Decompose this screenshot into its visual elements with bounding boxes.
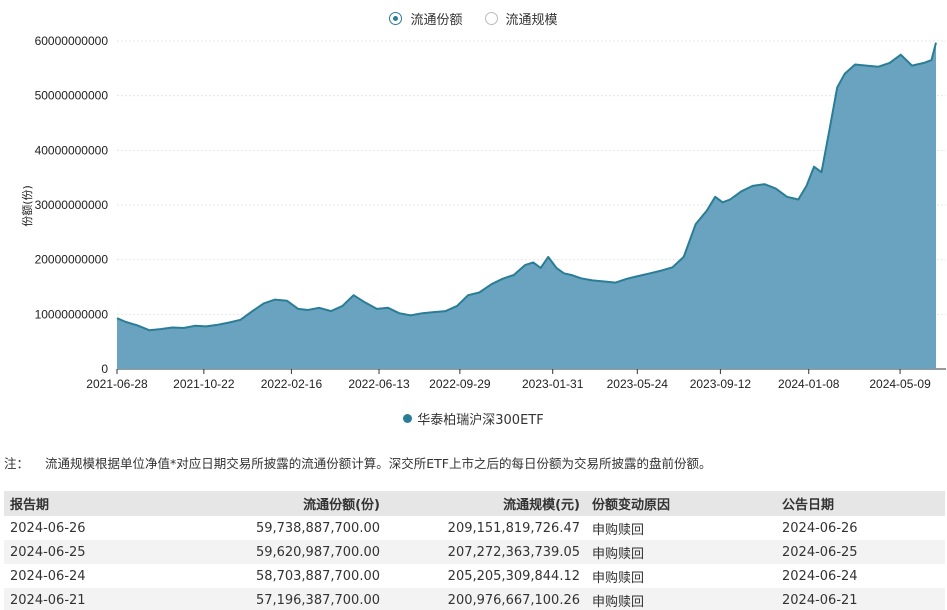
y-tick-label: 20000000000 xyxy=(35,253,109,267)
cell-period: 2024-06-25 xyxy=(10,544,86,560)
col-header-period[interactable]: 报告期 xyxy=(4,491,114,516)
footnote: 注： 流通规模根据单位净值*对应日期交易所披露的流通份额计算。深交所ETF上市之… xyxy=(4,453,711,472)
table-row: 2024-06-24 58,703,887,700.00 205,205,309… xyxy=(4,564,945,588)
cell-shares: 59,620,987,700.00 xyxy=(255,544,380,560)
radio-unselected-icon[interactable] xyxy=(484,11,498,25)
cell-announce-date: 2024-06-21 xyxy=(782,592,858,608)
x-tick-label: 2023-05-24 xyxy=(607,377,669,391)
toggle-option-shares[interactable]: 流通份额 xyxy=(389,9,463,28)
table-header-row: 报告期 流通份额(份) 流通规模(元) 份额变动原因 公告日期 xyxy=(4,491,945,516)
y-tick-label: 0 xyxy=(101,362,108,376)
cell-announce-date: 2024-06-26 xyxy=(782,520,858,536)
x-tick-label: 2024-01-08 xyxy=(778,377,840,391)
x-axis: 2021-06-28 2021-10-22 2022-02-16 2022-06-13… xyxy=(86,368,946,391)
x-tick-label: 2022-06-13 xyxy=(348,377,410,391)
x-tick-label: 2021-06-28 xyxy=(86,377,148,391)
cell-shares: 58,703,887,700.00 xyxy=(255,568,380,584)
plot-area xyxy=(116,42,937,369)
cell-period: 2024-06-21 xyxy=(10,592,86,608)
cell-period: 2024-06-24 xyxy=(10,568,86,584)
cell-announce-date: 2024-06-25 xyxy=(782,544,858,560)
cell-reason: 申购赎回 xyxy=(592,522,645,538)
y-tick-label: 60000000000 xyxy=(35,34,109,48)
radio-selected-icon[interactable] xyxy=(389,11,403,25)
table-row: 2024-06-26 59,738,887,700.00 209,151,819… xyxy=(4,516,945,540)
y-tick-label: 30000000000 xyxy=(35,198,109,212)
cell-reason: 申购赎回 xyxy=(592,594,645,610)
x-tick-label: 2021-10-22 xyxy=(173,377,235,391)
x-tick-label: 2024-05-09 xyxy=(869,377,931,391)
cell-reason: 申购赎回 xyxy=(592,546,645,562)
x-tick-label: 2022-09-29 xyxy=(429,377,491,391)
col-header-announce-date[interactable]: 公告日期 xyxy=(776,491,945,516)
x-tick-label: 2022-02-16 xyxy=(261,377,323,391)
cell-announce-date: 2024-06-24 xyxy=(782,568,858,584)
toggle-option-scale[interactable]: 流通规模 xyxy=(484,9,558,28)
y-axis: 0 10000000000 20000000000 30000000000 400000… xyxy=(35,34,109,376)
metric-toggle: 流通份额 流通规模 xyxy=(0,8,947,28)
share-area-chart: 0 10000000000 20000000000 30000000000 400000… xyxy=(21,34,946,391)
table-row: 2024-06-21 57,196,387,700.00 200,976,667… xyxy=(4,588,945,610)
cell-scale: 205,205,309,844.12 xyxy=(447,568,580,584)
x-tick-label: 2023-01-31 xyxy=(522,377,584,391)
col-header-shares[interactable]: 流通份额(份) xyxy=(114,491,386,516)
x-tick-label: 2023-09-12 xyxy=(690,377,752,391)
cell-reason: 申购赎回 xyxy=(592,570,645,586)
cell-scale: 207,272,363,739.05 xyxy=(447,544,580,560)
footnote-text: 流通规模根据单位净值*对应日期交易所披露的流通份额计算。深交所ETF上市之后的每… xyxy=(45,456,712,471)
cell-scale: 209,151,819,726.47 xyxy=(447,520,580,536)
toggle-option-label: 流通份额 xyxy=(410,12,463,28)
table-row: 2024-06-25 59,620,987,700.00 207,272,363… xyxy=(4,540,945,564)
y-axis-label: 份额(份) xyxy=(21,185,34,227)
footnote-key: 注： xyxy=(4,456,30,471)
cell-shares: 59,738,887,700.00 xyxy=(255,520,380,536)
cell-period: 2024-06-26 xyxy=(10,520,86,536)
share-change-table: 报告期 流通份额(份) 流通规模(元) 份额变动原因 公告日期 2024-06-… xyxy=(4,491,945,610)
y-tick-label: 10000000000 xyxy=(35,307,109,321)
toggle-option-label: 流通规模 xyxy=(505,12,558,28)
col-header-reason[interactable]: 份额变动原因 xyxy=(586,491,776,516)
y-tick-label: 50000000000 xyxy=(35,89,109,103)
y-tick-label: 40000000000 xyxy=(35,143,109,157)
legend-marker-icon xyxy=(403,414,413,423)
col-header-scale[interactable]: 流通规模(元) xyxy=(386,491,586,516)
chart-legend[interactable]: 华泰柏瑞沪深300ETF xyxy=(0,409,947,428)
cell-scale: 200,976,667,100.26 xyxy=(447,592,580,608)
cell-shares: 57,196,387,700.00 xyxy=(255,592,380,608)
legend-label: 华泰柏瑞沪深300ETF xyxy=(417,413,544,428)
